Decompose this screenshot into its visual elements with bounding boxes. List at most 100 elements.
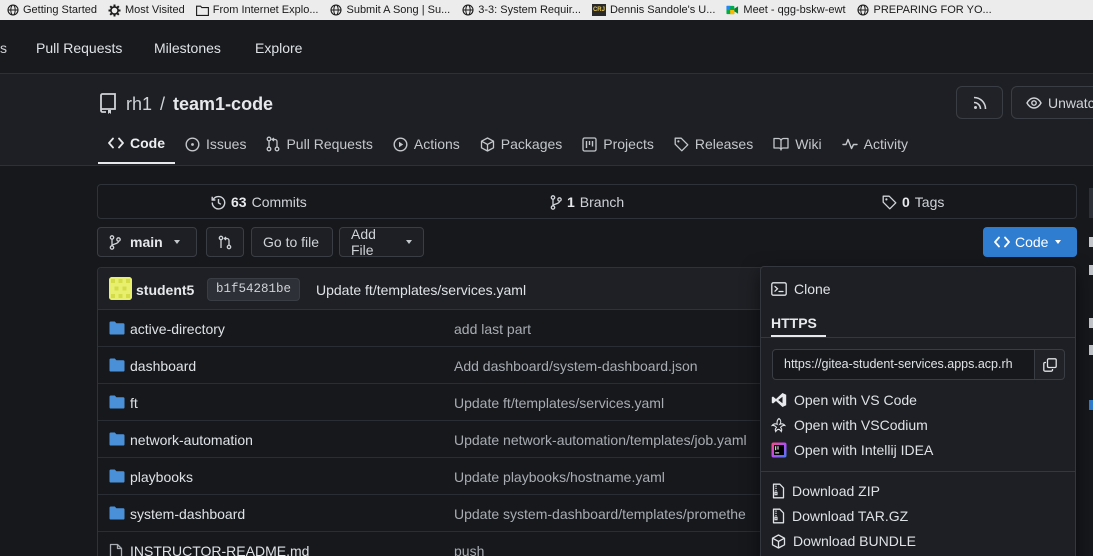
table-row[interactable]: dashboard Add dashboard/system-dashboard… [98, 347, 796, 384]
bookmark-dennis-sandole[interactable]: CRJ Dennis Sandole's U... [591, 4, 715, 16]
branch-selector[interactable]: main [97, 227, 197, 257]
menu-item-label: Open with Intellij IDEA [794, 442, 934, 458]
file-commit-message[interactable]: add last part [454, 321, 531, 337]
commits-label: Commits [251, 194, 307, 210]
globe-icon [6, 4, 19, 17]
tab-divider [761, 337, 1075, 338]
clone-dropdown: Clone HTTPS https://gitea-student-servic… [760, 266, 1076, 556]
bookmark-getting-started[interactable]: Getting Started [6, 4, 97, 17]
tab-label: Releases [694, 136, 754, 152]
file-commit-message[interactable]: push [454, 543, 484, 556]
right-edge-fragment [1089, 345, 1093, 355]
file-icon [109, 543, 123, 556]
tab-wiki[interactable]: Wiki [763, 124, 831, 164]
add-file-button[interactable]: Add File [339, 226, 424, 258]
bookmark-label: From Internet Explo... [212, 4, 319, 16]
compare-button[interactable] [206, 227, 244, 257]
bookmark-submit-a-song[interactable]: Submit A Song | Su... [329, 4, 450, 17]
open-vscode-item[interactable]: Open with VS Code [771, 392, 917, 408]
code-icon [994, 236, 1010, 248]
table-row[interactable]: ft Update ft/templates/services.yaml [98, 384, 796, 421]
download-bundle-item[interactable]: Download BUNDLE [771, 533, 916, 549]
chevron-down-icon [406, 240, 412, 244]
download-targz-item[interactable]: Download TAR.GZ [771, 508, 908, 524]
tab-projects[interactable]: Projects [572, 124, 664, 164]
file-commit-message[interactable]: Update ft/templates/services.yaml [454, 395, 664, 411]
tab-label: Packages [500, 136, 563, 152]
menu-item-label: Open with VS Code [794, 392, 917, 408]
clone-title: Clone [794, 281, 831, 297]
bookmark-system-requirements[interactable]: 3-3: System Requir... [461, 4, 581, 17]
avatar[interactable] [109, 277, 132, 300]
table-row[interactable]: network-automation Update network-automa… [98, 421, 796, 458]
file-name[interactable]: playbooks [130, 469, 193, 485]
repo-owner-link[interactable]: rh1 [126, 94, 152, 115]
bookmark-meet[interactable]: Meet - qgg-bskw-ewt [726, 4, 846, 17]
unwatch-button[interactable]: Unwatch [1011, 86, 1093, 119]
table-row[interactable]: INSTRUCTOR-README.md push [98, 532, 796, 556]
globe-icon [857, 4, 870, 17]
menu-item-label: Download TAR.GZ [792, 508, 909, 524]
nav-link-fragment[interactable]: s [0, 40, 7, 56]
nav-link-pull-requests[interactable]: Pull Requests [36, 40, 122, 56]
tab-activity[interactable]: Activity [832, 124, 918, 164]
copy-url-button[interactable] [1034, 349, 1065, 380]
compare-icon [218, 235, 232, 250]
rss-feed-button[interactable] [956, 86, 1003, 119]
commit-message[interactable]: Update ft/templates/services.yaml [316, 282, 526, 298]
tab-packages[interactable]: Packages [470, 124, 572, 164]
folder-icon [109, 321, 125, 335]
go-to-file-button[interactable]: Go to file [251, 227, 333, 257]
file-name[interactable]: dashboard [130, 358, 196, 374]
tags-link[interactable]: 0 Tags [882, 194, 944, 210]
nav-link-explore[interactable]: Explore [255, 40, 302, 56]
tab-releases[interactable]: Releases [664, 124, 763, 164]
pulse-icon [841, 138, 858, 150]
bookmark-preparing-for[interactable]: PREPARING FOR YO... [857, 4, 992, 17]
tab-pull-requests[interactable]: Pull Requests [256, 124, 382, 164]
folder-icon [109, 469, 125, 483]
file-commit-message[interactable]: Update network-automation/templates/job.… [454, 432, 747, 448]
tab-https[interactable]: HTTPS [771, 315, 817, 331]
tab-label: Actions [413, 136, 460, 152]
file-commit-message[interactable]: Add dashboard/system-dashboard.json [454, 358, 698, 374]
file-commit-message[interactable]: Update system-dashboard/templates/promet… [454, 506, 746, 522]
tab-code[interactable]: Code [98, 124, 175, 164]
bookmark-from-internet-explorer[interactable]: From Internet Explo... [195, 4, 319, 17]
bookmark-most-visited[interactable]: Most Visited [108, 4, 185, 17]
open-vscodium-item[interactable]: Open with VSCodium [771, 417, 928, 433]
commit-author[interactable]: student5 [136, 282, 194, 298]
file-name[interactable]: ft [130, 395, 138, 411]
repo-name-link[interactable]: team1-code [173, 94, 273, 115]
commits-count: 63 [231, 194, 247, 210]
download-zip-item[interactable]: Download ZIP [771, 483, 880, 499]
repo-separator: / [160, 93, 166, 114]
menu-item-label: Open with VSCodium [794, 417, 928, 433]
nav-link-milestones[interactable]: Milestones [154, 40, 221, 56]
file-commit-message[interactable]: Update playbooks/hostname.yaml [454, 469, 665, 485]
branches-link[interactable]: 1 Branch [550, 194, 624, 210]
file-zip-icon [771, 483, 785, 499]
clone-url-field[interactable]: https://gitea-student-services.apps.acp.… [772, 349, 1035, 380]
file-name[interactable]: network-automation [130, 432, 253, 448]
branch-icon [109, 234, 121, 250]
tab-issues[interactable]: Issues [175, 124, 256, 164]
open-intellij-item[interactable]: Open with Intellij IDEA [771, 442, 933, 458]
commits-link[interactable]: 63 Commits [211, 194, 307, 210]
package-icon [480, 136, 495, 152]
history-icon [211, 195, 226, 210]
bookmark-label: Getting Started [23, 4, 97, 16]
table-row[interactable]: active-directory add last part [98, 310, 796, 347]
tab-actions[interactable]: Actions [383, 124, 470, 164]
table-row[interactable]: system-dashboard Update system-dashboard… [98, 495, 796, 532]
rss-icon [973, 96, 987, 110]
table-row[interactable]: playbooks Update playbooks/hostname.yaml [98, 458, 796, 495]
eye-icon [1026, 96, 1042, 109]
code-clone-button[interactable]: Code [983, 227, 1077, 257]
vscodium-icon [771, 417, 787, 433]
file-name[interactable]: system-dashboard [130, 506, 245, 522]
file-name[interactable]: INSTRUCTOR-README.md [130, 543, 309, 556]
commit-sha-badge[interactable]: b1f54281be [207, 278, 301, 301]
file-name[interactable]: active-directory [130, 321, 225, 337]
right-edge-fragment [1089, 237, 1093, 247]
